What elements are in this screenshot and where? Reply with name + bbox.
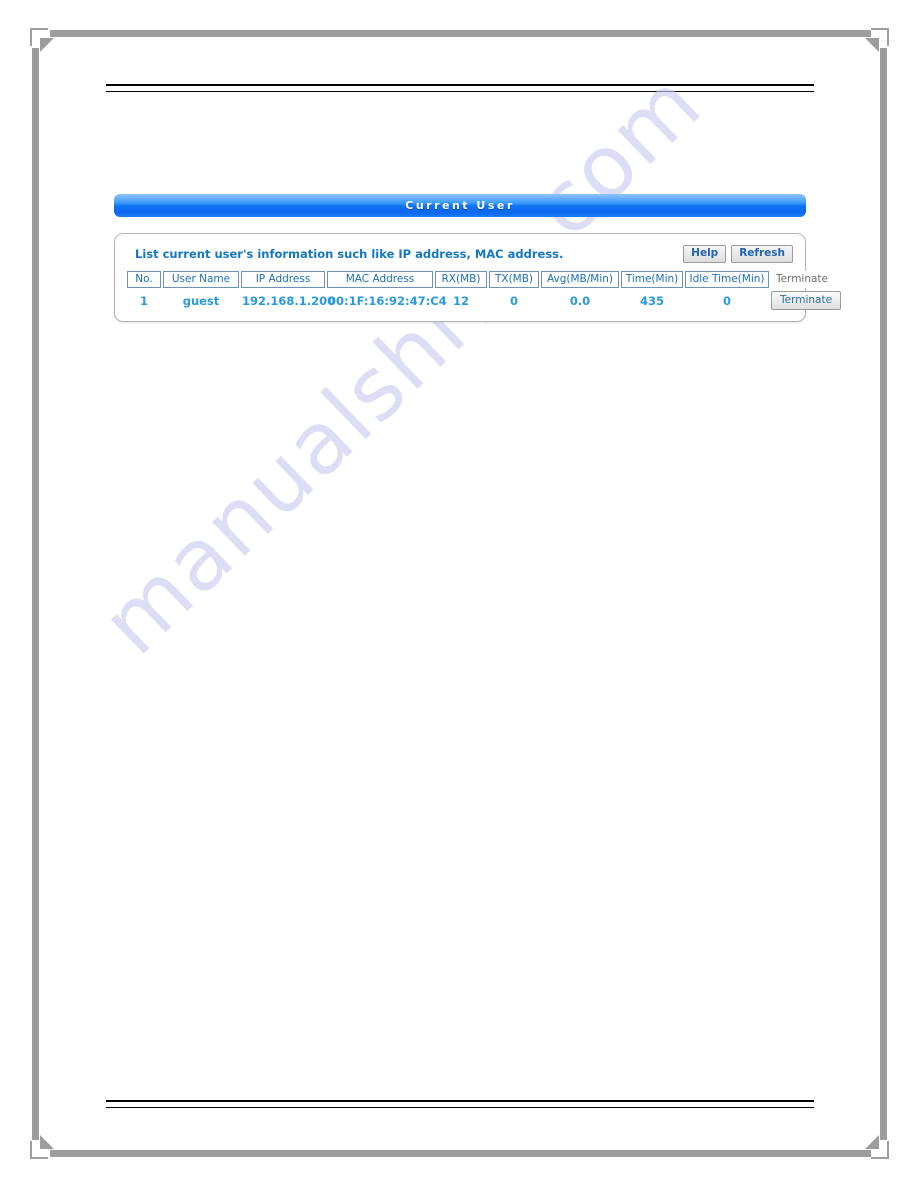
frame-bar-left <box>32 48 39 1140</box>
column-header-mac-address: MAC Address <box>327 271 433 288</box>
column-header-time: Time(Min) <box>621 271 683 288</box>
frame-bar-right <box>880 48 887 1140</box>
panel-description: List current user's information such lik… <box>135 247 564 261</box>
corner-wedge-top-left <box>40 38 54 52</box>
current-user-table: No. User Name IP Address MAC Address RX(… <box>125 271 842 313</box>
cell-tx: 0 <box>509 294 518 308</box>
cell-terminate: Terminate <box>771 288 842 313</box>
panel-action-buttons: Help Refresh <box>683 244 793 264</box>
cell-user-name: guest <box>182 294 220 308</box>
cell-no: 1 <box>139 294 148 308</box>
frame-bar-bottom <box>50 1150 887 1157</box>
cell-avg: 0.0 <box>569 294 591 308</box>
terminate-button[interactable]: Terminate <box>771 291 842 310</box>
corner-wedge-bottom-left <box>40 1135 54 1149</box>
frame-bar-top <box>50 30 887 37</box>
cell-ip-address: 192.168.1.200 <box>242 294 336 308</box>
column-header-no: No. <box>127 271 161 288</box>
current-user-panel: List current user's information such lik… <box>114 233 842 322</box>
corner-wedge-bottom-right <box>865 1135 879 1149</box>
column-header-tx: TX(MB) <box>489 271 539 288</box>
cell-time: 435 <box>639 294 664 308</box>
column-header-idle-time: Idle Time(Min) <box>685 271 769 288</box>
column-header-ip-address: IP Address <box>241 271 325 288</box>
table-row: 1 guest 192.168.1.200 00:1F:16:92:47:C4 … <box>127 288 842 313</box>
page-title: Current User <box>114 194 806 217</box>
corner-wedge-top-right <box>865 38 879 52</box>
column-header-user-name: User Name <box>163 271 239 288</box>
panel-toolbar: List current user's information such lik… <box>125 243 795 265</box>
cell-idle-time: 0 <box>722 294 731 308</box>
table-header-row: No. User Name IP Address MAC Address RX(… <box>127 271 833 288</box>
help-button[interactable]: Help <box>683 244 727 264</box>
column-header-terminate: Terminate <box>771 271 833 288</box>
column-header-avg: Avg(MB/Min) <box>541 271 619 288</box>
cell-mac-address: 00:1F:16:92:47:C4 <box>328 294 447 308</box>
footer-rule <box>106 1100 814 1108</box>
column-header-rx: RX(MB) <box>435 271 487 288</box>
header-rule <box>106 84 814 92</box>
current-user-screenshot: Current User List current user's informa… <box>114 194 842 322</box>
refresh-button[interactable]: Refresh <box>731 244 793 264</box>
